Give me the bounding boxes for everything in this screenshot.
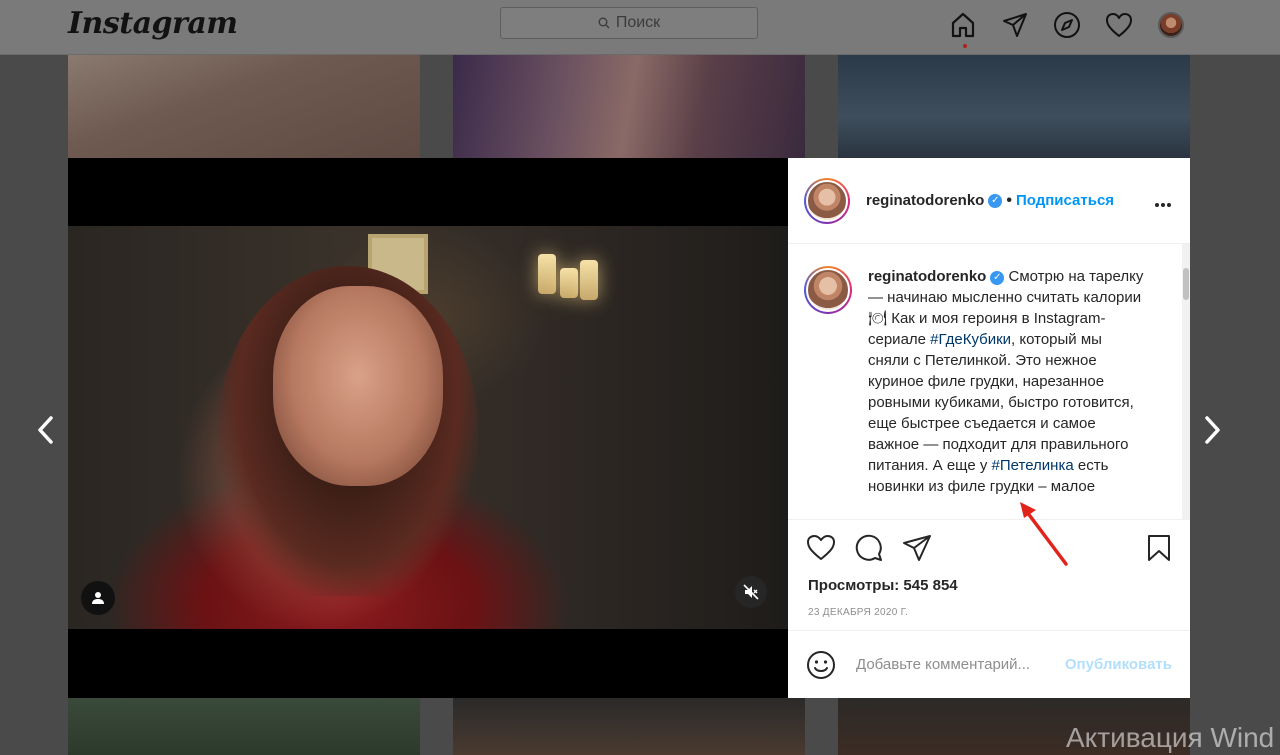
- profile-avatar[interactable]: [1156, 10, 1186, 40]
- home-icon[interactable]: [948, 10, 978, 40]
- windows-activation-watermark: Активация Wind: [1066, 722, 1275, 753]
- grid-post-thumbnail[interactable]: [68, 698, 420, 755]
- candle: [538, 254, 556, 294]
- grid-post-thumbnail[interactable]: [838, 55, 1190, 158]
- annotation-arrow-icon: [1020, 502, 1068, 566]
- comment-input[interactable]: Добавьте комментарий...: [856, 656, 1065, 673]
- search-input[interactable]: Поиск: [500, 7, 758, 39]
- follow-button[interactable]: Подписаться: [1016, 192, 1114, 209]
- caption-part: , который мы сняли с Петелинкой. Это неж…: [868, 331, 1134, 474]
- grid-post-thumbnail[interactable]: [453, 55, 805, 158]
- author-avatar[interactable]: [804, 177, 850, 224]
- action-icons: [806, 534, 932, 562]
- explore-icon[interactable]: [1052, 10, 1082, 40]
- video-subject-face: [273, 286, 443, 486]
- like-icon[interactable]: [806, 534, 836, 562]
- search-placeholder: Поиск: [615, 14, 661, 31]
- hashtag-link[interactable]: #Петелинка: [992, 457, 1074, 474]
- home-active-dot: [963, 44, 967, 48]
- more-icon[interactable]: [1154, 188, 1172, 214]
- search-icon: [598, 17, 610, 29]
- caption-username[interactable]: reginatodorenko: [868, 268, 986, 285]
- verified-badge-icon: ✓: [990, 271, 1005, 285]
- direct-icon[interactable]: [1000, 10, 1030, 40]
- post-media: [68, 158, 788, 698]
- post-side-panel: reginatodorenko ✓ • Подписаться reginato…: [788, 158, 1190, 698]
- views-count[interactable]: Просмотры: 545 854: [808, 577, 958, 594]
- share-icon[interactable]: [902, 534, 932, 562]
- caption-scrollbar[interactable]: [1182, 244, 1190, 519]
- bookmark-icon[interactable]: [1146, 534, 1172, 567]
- post-header: reginatodorenko ✓ • Подписаться: [788, 158, 1190, 244]
- candle: [580, 260, 598, 300]
- top-navbar: Instagram Поиск: [0, 0, 1280, 55]
- grid-post-thumbnail[interactable]: [68, 55, 420, 158]
- publish-button[interactable]: Опубликовать: [1065, 656, 1172, 673]
- instagram-logo[interactable]: Instagram: [68, 6, 238, 41]
- post-actions: Просмотры: 545 854 23 ДЕКАБРЯ 2020 Г.: [788, 519, 1190, 629]
- emoji-icon[interactable]: [806, 650, 836, 680]
- caption-scroll-area[interactable]: reginatodorenko ✓ Смотрю на тарелку — нач…: [788, 244, 1190, 519]
- author-username[interactable]: reginatodorenko: [866, 192, 984, 209]
- caption-row: reginatodorenko ✓ Смотрю на тарелку — нач…: [804, 266, 1146, 497]
- caption-author-avatar[interactable]: [804, 266, 852, 314]
- caption-text: reginatodorenko ✓ Смотрю на тарелку — нач…: [868, 266, 1146, 497]
- nav-icons: [948, 10, 1186, 40]
- candle: [560, 268, 578, 298]
- mute-icon[interactable]: [735, 576, 767, 608]
- scrollbar-thumb[interactable]: [1183, 268, 1189, 300]
- separator-dot: •: [1006, 191, 1012, 209]
- grid-post-thumbnail[interactable]: [453, 698, 805, 755]
- hashtag-link[interactable]: #ГдеКубики: [930, 331, 1011, 348]
- post-video[interactable]: [68, 226, 788, 629]
- post-date[interactable]: 23 ДЕКАБРЯ 2020 Г.: [808, 607, 908, 618]
- activity-heart-icon[interactable]: [1104, 10, 1134, 40]
- next-arrow-icon[interactable]: [1198, 410, 1228, 450]
- verified-badge-icon: ✓: [988, 193, 1003, 208]
- comment-form: Добавьте комментарий... Опубликовать: [788, 630, 1190, 698]
- user-tag-icon[interactable]: [81, 581, 115, 615]
- comment-icon[interactable]: [854, 534, 884, 562]
- prev-arrow-icon[interactable]: [30, 410, 60, 450]
